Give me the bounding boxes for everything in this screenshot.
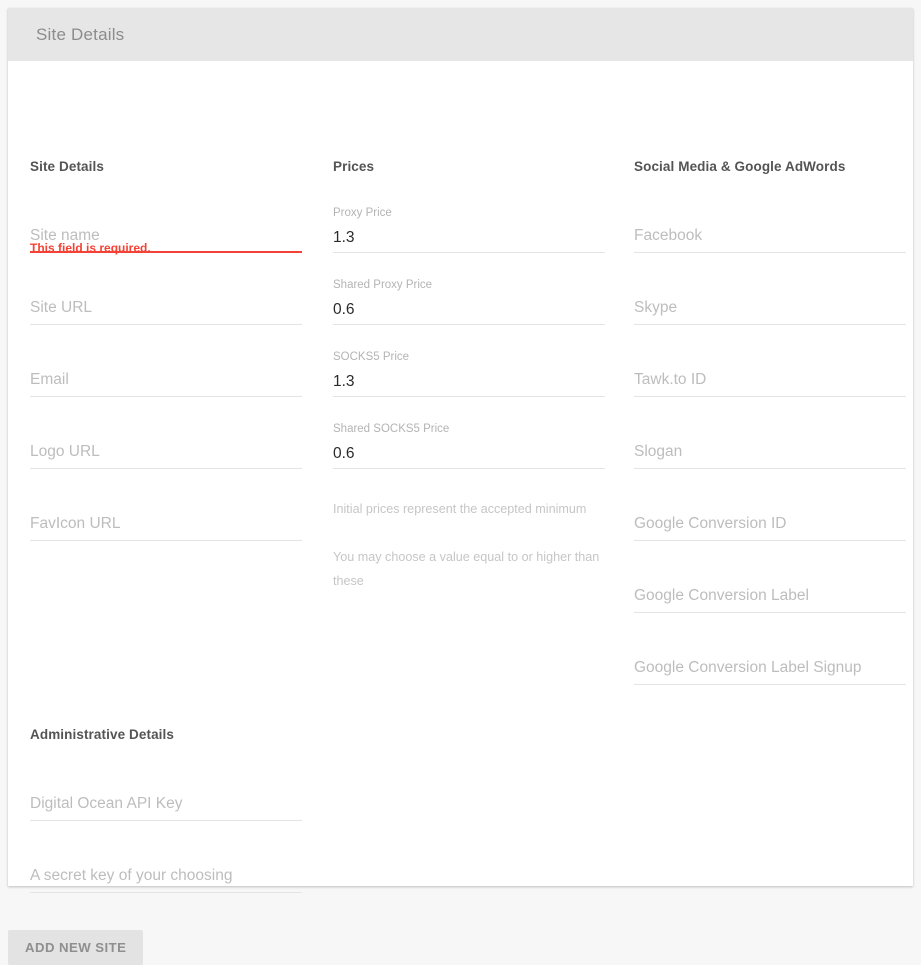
shared-socks5-price-field[interactable]: Shared SOCKS5 Price 0.6 — [333, 423, 605, 469]
google-conversion-label-placeholder: Google Conversion Label — [634, 587, 809, 604]
skype-placeholder: Skype — [634, 299, 678, 316]
google-conversion-label-signup-underline — [634, 684, 906, 685]
page-title: Site Details — [36, 24, 125, 44]
digital-ocean-api-key-underline — [30, 820, 302, 821]
section-title-site-details: Site Details — [30, 159, 104, 174]
section-title-social-media: Social Media & Google AdWords — [634, 159, 846, 174]
email-underline — [30, 396, 302, 397]
secret-key-underline — [30, 892, 302, 893]
proxy-price-underline — [333, 252, 605, 253]
google-conversion-id-field[interactable]: Google Conversion ID — [634, 511, 906, 541]
socks5-price-label: SOCKS5 Price — [333, 351, 410, 363]
site-url-placeholder: Site URL — [30, 299, 93, 316]
shared-proxy-price-underline — [333, 324, 605, 325]
facebook-field[interactable]: Facebook — [634, 223, 906, 253]
logo-url-underline — [30, 468, 302, 469]
skype-underline — [634, 324, 906, 325]
site-name-error: This field is required. — [30, 241, 151, 255]
proxy-price-value: 1.3 — [333, 229, 355, 246]
prices-helper-line-1: Initial prices represent the accepted mi… — [333, 502, 587, 516]
socks5-price-underline — [333, 396, 605, 397]
google-conversion-id-placeholder: Google Conversion ID — [634, 515, 787, 532]
email-placeholder: Email — [30, 371, 69, 388]
tawkto-id-underline — [634, 396, 906, 397]
add-new-site-button[interactable]: ADD NEW SITE — [8, 930, 144, 965]
socks5-price-value: 1.3 — [333, 373, 355, 390]
proxy-price-field[interactable]: Proxy Price 1.3 — [333, 207, 605, 253]
site-url-field[interactable]: Site URL — [30, 295, 302, 325]
logo-url-field[interactable]: Logo URL — [30, 439, 302, 469]
site-name-field[interactable]: Site name This field is required. — [30, 223, 302, 255]
facebook-placeholder: Facebook — [634, 227, 703, 244]
section-title-administrative-details: Administrative Details — [30, 727, 174, 742]
email-field[interactable]: Email — [30, 367, 302, 397]
tawkto-id-placeholder: Tawk.to ID — [634, 371, 707, 388]
prices-helper-line-2: You may choose a value equal to or highe… — [333, 550, 600, 588]
slogan-field[interactable]: Slogan — [634, 439, 906, 469]
site-url-underline — [30, 324, 302, 325]
section-title-prices: Prices — [333, 159, 375, 174]
card-body: Site Details Site name This field is req… — [8, 61, 913, 893]
slogan-placeholder: Slogan — [634, 443, 683, 460]
favicon-url-field[interactable]: FavIcon URL — [30, 511, 302, 541]
tawkto-id-field[interactable]: Tawk.to ID — [634, 367, 906, 397]
google-conversion-label-signup-field[interactable]: Google Conversion Label Signup — [634, 655, 906, 685]
shared-socks5-price-value: 0.6 — [333, 445, 355, 462]
socks5-price-field[interactable]: SOCKS5 Price 1.3 — [333, 351, 605, 397]
facebook-underline — [634, 252, 906, 253]
digital-ocean-api-key-field[interactable]: Digital Ocean API Key — [30, 791, 302, 821]
logo-url-placeholder: Logo URL — [30, 443, 100, 460]
site-details-card: Site Details Site Details Site name This… — [8, 8, 913, 893]
google-conversion-label-signup-placeholder: Google Conversion Label Signup — [634, 659, 862, 676]
shared-socks5-price-label: Shared SOCKS5 Price — [333, 423, 450, 435]
shared-proxy-price-value: 0.6 — [333, 301, 355, 318]
google-conversion-label-field[interactable]: Google Conversion Label — [634, 583, 906, 613]
slogan-underline — [634, 468, 906, 469]
secret-key-placeholder: A secret key of your choosing — [30, 867, 233, 884]
digital-ocean-api-key-placeholder: Digital Ocean API Key — [30, 795, 183, 812]
favicon-url-underline — [30, 540, 302, 541]
card-header: Site Details — [8, 8, 913, 61]
skype-field[interactable]: Skype — [634, 295, 906, 325]
shared-proxy-price-field[interactable]: Shared Proxy Price 0.6 — [333, 279, 605, 325]
google-conversion-id-underline — [634, 540, 906, 541]
secret-key-field[interactable]: A secret key of your choosing — [30, 863, 302, 893]
favicon-url-placeholder: FavIcon URL — [30, 515, 121, 532]
shared-proxy-price-label: Shared Proxy Price — [333, 279, 433, 291]
google-conversion-label-underline — [634, 612, 906, 613]
proxy-price-label: Proxy Price — [333, 207, 392, 219]
shared-socks5-price-underline — [333, 468, 605, 469]
